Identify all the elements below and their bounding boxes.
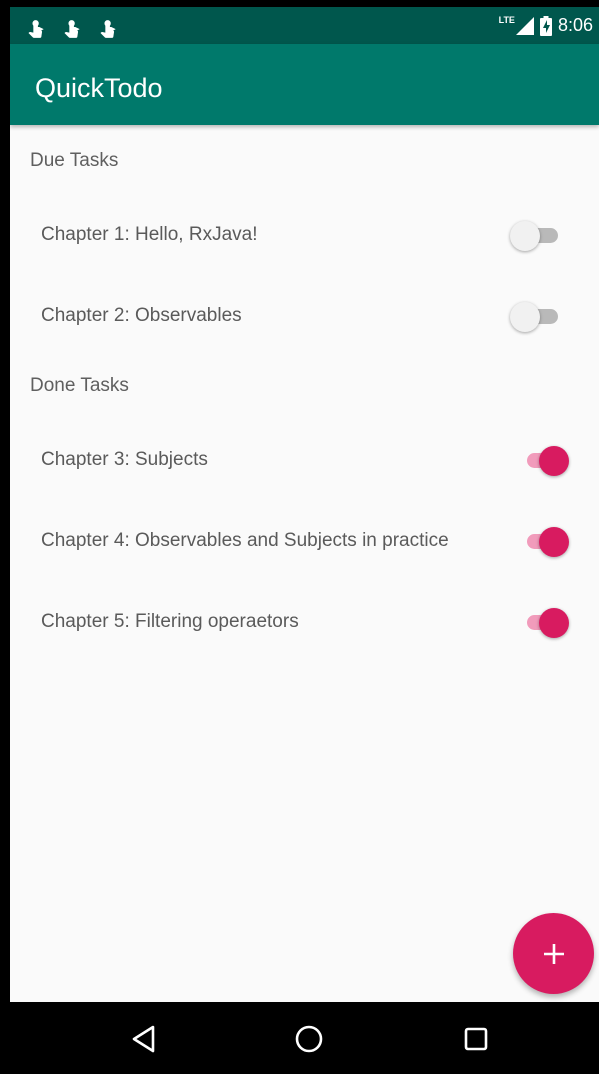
plus-icon [543, 943, 564, 964]
task-label: Chapter 2: Observables [41, 305, 242, 326]
battery-charging-icon [539, 15, 552, 36]
task-done-switch[interactable] [510, 298, 570, 334]
status-bar: LTE 8:06 [10, 7, 599, 44]
task-done-switch[interactable] [507, 523, 569, 559]
switch-thumb [539, 446, 569, 476]
switch-thumb [510, 221, 540, 251]
home-icon[interactable] [292, 1022, 326, 1056]
task-row[interactable]: Chapter 5: Filtering operaetors [10, 582, 599, 662]
app-screen: LTE 8:06 QuickTodo Due Tasks Chapter 1: … [10, 7, 599, 1074]
touch-icon [100, 20, 116, 38]
task-row[interactable]: Chapter 4: Observables and Subjects in p… [10, 501, 599, 581]
task-row[interactable]: Chapter 2: Observables [10, 276, 599, 356]
task-done-switch[interactable] [510, 217, 570, 253]
task-label: Chapter 5: Filtering operaetors [41, 611, 299, 632]
section-header-due: Due Tasks [30, 150, 119, 171]
switch-thumb [510, 302, 540, 332]
task-label: Chapter 3: Subjects [41, 449, 208, 470]
add-task-button[interactable] [513, 913, 594, 994]
task-done-switch[interactable] [507, 442, 569, 478]
app-title: QuickTodo [35, 73, 163, 103]
app-bar: QuickTodo [10, 44, 599, 125]
touch-icon [28, 20, 44, 38]
navigation-bar [10, 1002, 599, 1074]
notification-icons [26, 16, 120, 38]
clock: 8:06 [557, 15, 593, 35]
touch-icon [64, 20, 80, 38]
recents-icon[interactable] [459, 1022, 493, 1056]
switch-thumb [539, 527, 569, 557]
task-row[interactable]: Chapter 1: Hello, RxJava! [10, 195, 599, 275]
task-done-switch[interactable] [507, 604, 569, 640]
switch-thumb [539, 608, 569, 638]
task-label: Chapter 4: Observables and Subjects in p… [41, 530, 449, 551]
network-type: LTE [498, 14, 515, 25]
back-icon[interactable] [127, 1022, 161, 1056]
system-indicators: LTE 8:06 [499, 15, 593, 36]
task-row[interactable]: Chapter 3: Subjects [10, 420, 599, 500]
signal-icon [515, 16, 534, 35]
section-header-done: Done Tasks [30, 375, 129, 396]
task-label: Chapter 1: Hello, RxJava! [41, 224, 258, 245]
